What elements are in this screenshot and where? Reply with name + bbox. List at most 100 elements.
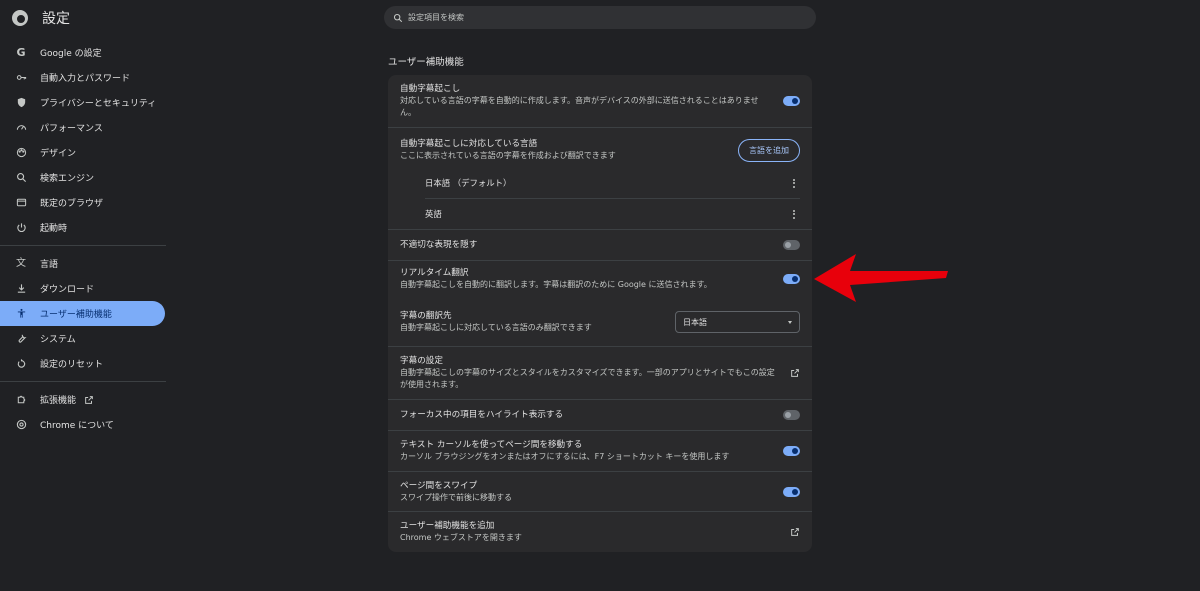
row-title: 字幕の翻訳先: [400, 311, 452, 321]
annotation-arrow-icon: [814, 254, 948, 302]
sidebar-item-label: Chrome について: [40, 421, 114, 431]
sidebar-divider: [0, 245, 166, 246]
translate-language-select[interactable]: 日本語: [675, 311, 800, 333]
caption-settings-row[interactable]: 字幕の設定 自動字幕起こしの字幕のサイズとスタイルをカスタマイズできます。一部の…: [388, 346, 812, 399]
more-options-icon[interactable]: [788, 177, 800, 189]
wrench-icon: [15, 333, 27, 345]
add-accessibility-row[interactable]: ユーザー補助機能を追加 Chrome ウェブストアを開きます: [388, 511, 812, 552]
row-description: カーソル ブラウジングをオンまたはオフにするには、F7 ショートカット キーを使…: [400, 452, 730, 461]
app-header: 設定: [0, 0, 170, 36]
translate-icon: 文: [16, 257, 26, 269]
sidebar-item-label: 言語: [40, 260, 59, 270]
sidebar-item-google[interactable]: G Google の設定: [0, 40, 165, 65]
google-icon: G: [16, 46, 26, 59]
sidebar-item-label: プライバシーとセキュリティ: [40, 99, 157, 109]
caption-languages-row: 自動字幕起こしに対応している言語 ここに表示されている言語の字幕を作成および翻訳…: [388, 127, 812, 172]
caret-browsing-toggle[interactable]: [783, 446, 800, 456]
language-list-item: 英語: [388, 200, 812, 228]
external-link-icon[interactable]: [790, 527, 800, 537]
focus-highlight-toggle[interactable]: [783, 410, 800, 420]
puzzle-icon: [15, 394, 27, 406]
accessibility-settings-card: 自動字幕起こし 対応している言語の字幕を自動的に作成します。音声がデバイスの外部…: [388, 75, 812, 552]
sidebar-item-downloads[interactable]: ダウンロード: [0, 276, 165, 301]
sidebar-item-default-browser[interactable]: 既定のブラウザ: [0, 190, 165, 215]
sidebar-item-label: 設定のリセット: [40, 360, 104, 370]
sidebar-item-search-engine[interactable]: 検索エンジン: [0, 165, 165, 190]
selected-language: 日本語: [683, 317, 707, 327]
swipe-navigation-row: ページ間をスワイプ スワイプ操作で前後に移動する: [388, 471, 812, 511]
sidebar-item-accessibility[interactable]: ユーザー補助機能: [0, 301, 165, 326]
sidebar-item-autofill[interactable]: 自動入力とパスワード: [0, 65, 165, 90]
sidebar-item-on-startup[interactable]: 起動時: [0, 215, 165, 240]
row-description: Chrome ウェブストアを開きます: [400, 533, 522, 542]
row-title: リアルタイム翻訳: [400, 268, 469, 278]
browser-window-icon: [15, 197, 27, 209]
swipe-navigation-toggle[interactable]: [783, 486, 800, 497]
sidebar-item-extensions[interactable]: 拡張機能: [0, 387, 165, 412]
more-options-icon[interactable]: [788, 208, 800, 220]
key-icon: [15, 72, 27, 84]
sidebar-item-label: 既定のブラウザ: [40, 199, 104, 209]
row-description: 自動字幕起こしに対応している言語のみ翻訳できます: [400, 323, 592, 332]
sidebar-item-label: デザイン: [40, 149, 77, 159]
row-title: フォーカス中の項目をハイライト表示する: [400, 410, 564, 420]
sidebar-item-label: 自動入力とパスワード: [40, 74, 131, 84]
shield-icon: [15, 97, 27, 109]
palette-icon: [15, 147, 27, 159]
row-title: 字幕の設定: [400, 356, 443, 366]
sidebar-item-appearance[interactable]: デザイン: [0, 140, 165, 165]
download-icon: [15, 283, 27, 295]
row-title: テキスト カーソルを使ってページ間を移動する: [400, 440, 583, 450]
sidebar-item-system[interactable]: システム: [0, 326, 165, 351]
search-input[interactable]: [408, 13, 788, 22]
row-title: 自動字幕起こし: [400, 84, 461, 94]
search-bar[interactable]: [384, 6, 816, 29]
external-link-icon: [84, 395, 94, 405]
section-title: ユーザー補助機能: [388, 57, 464, 68]
live-caption-row: 自動字幕起こし 対応している言語の字幕を自動的に作成します。音声がデバイスの外部…: [388, 75, 812, 127]
focus-highlight-row: フォーカス中の項目をハイライト表示する: [388, 399, 812, 430]
sidebar-item-label: 起動時: [40, 224, 68, 234]
sidebar-item-label: ユーザー補助機能: [40, 310, 112, 320]
chrome-icon: [15, 419, 27, 431]
row-title: 不適切な表現を隠す: [400, 239, 478, 250]
row-description: 自動字幕起こしを自動的に翻訳します。字幕は翻訳のために Google に送信され…: [400, 280, 712, 289]
external-link-icon[interactable]: [790, 368, 800, 378]
language-divider: [425, 198, 800, 199]
live-translate-toggle[interactable]: [783, 274, 800, 284]
sidebar-item-privacy[interactable]: プライバシーとセキュリティ: [0, 90, 165, 115]
speedometer-icon: [15, 122, 27, 134]
sidebar-item-performance[interactable]: パフォーマンス: [0, 115, 165, 140]
page-title: 設定: [42, 11, 70, 27]
search-icon: [393, 13, 403, 22]
row-title: 自動字幕起こしに対応している言語: [400, 139, 538, 149]
sidebar: G Google の設定 自動入力とパスワード プライバシーとセキュリティ パフ…: [0, 40, 170, 437]
sidebar-item-label: 検索エンジン: [40, 174, 95, 184]
row-description: ここに表示されている言語の字幕を作成および翻訳できます: [400, 151, 616, 160]
live-caption-toggle[interactable]: [783, 96, 800, 106]
chrome-logo-icon: [12, 10, 28, 26]
live-translate-row: リアルタイム翻訳 自動字幕起こしを自動的に翻訳します。字幕は翻訳のために Goo…: [388, 260, 812, 297]
power-icon: [15, 222, 27, 234]
language-name: 日本語 （デフォルト）: [425, 178, 512, 188]
sidebar-item-about-chrome[interactable]: Chrome について: [0, 412, 165, 437]
row-title: ユーザー補助機能を追加: [400, 521, 495, 531]
accessibility-icon: [15, 308, 27, 320]
search-icon: [15, 172, 27, 184]
sidebar-item-languages[interactable]: 文 言語: [0, 251, 165, 276]
sidebar-item-label: 拡張機能: [40, 396, 77, 406]
sidebar-item-label: Google の設定: [40, 49, 102, 59]
sidebar-item-label: パフォーマンス: [40, 124, 103, 134]
caret-down-icon: [788, 320, 792, 324]
sidebar-item-reset[interactable]: 設定のリセット: [0, 351, 165, 376]
add-language-button[interactable]: 言語を追加: [738, 138, 800, 162]
caret-browsing-row: テキスト カーソルを使ってページ間を移動する カーソル ブラウジングをオンまたは…: [388, 430, 812, 471]
sidebar-item-label: システム: [40, 335, 76, 345]
language-list-item: 日本語 （デフォルト）: [388, 169, 812, 197]
language-name: 英語: [425, 209, 442, 219]
mask-offensive-toggle[interactable]: [783, 239, 800, 250]
sidebar-item-label: ダウンロード: [40, 285, 95, 295]
row-description: 対応している言語の字幕を自動的に作成します。音声がデバイスの外部に送信されること…: [400, 96, 759, 117]
reset-icon: [15, 358, 27, 370]
sidebar-divider: [0, 381, 166, 382]
